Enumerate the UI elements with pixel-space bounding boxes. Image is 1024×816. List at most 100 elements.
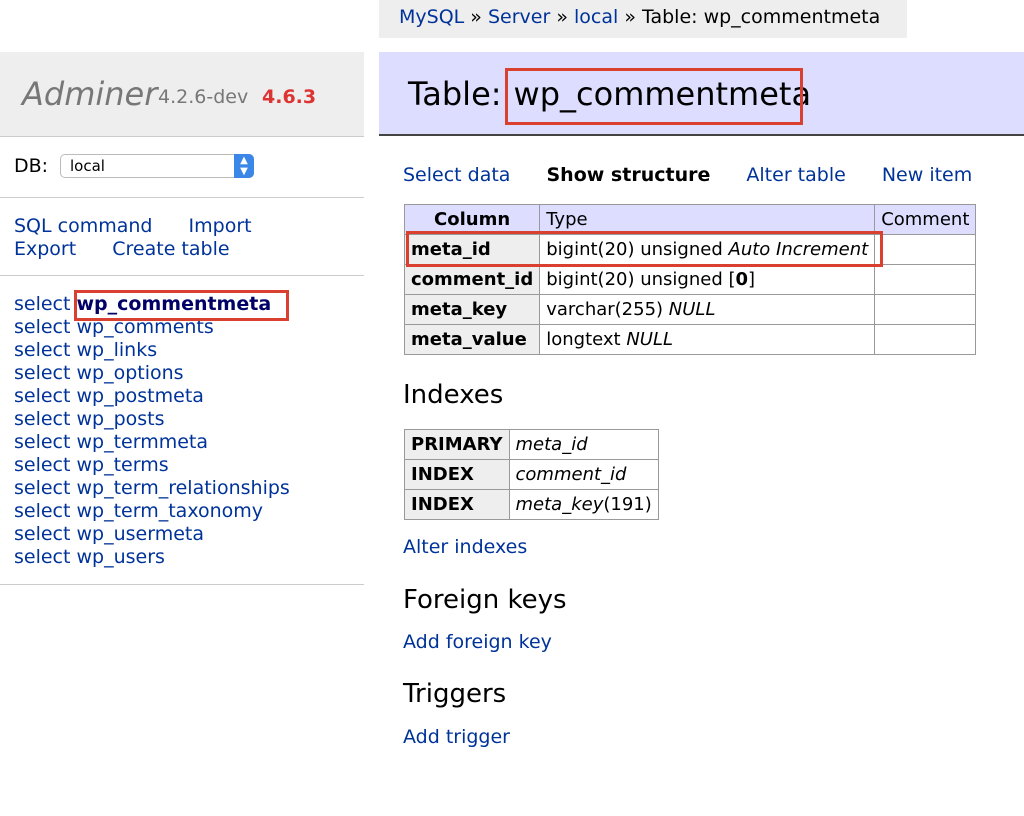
select-link[interactable]: select <box>14 454 70 476</box>
new-version-link[interactable]: 4.6.3 <box>262 86 316 108</box>
import-link[interactable]: Import <box>189 215 252 237</box>
create-table-link[interactable]: Create table <box>112 238 229 260</box>
index-column: meta_id <box>515 434 588 455</box>
table-name-link[interactable]: wp_options <box>77 362 184 384</box>
structure-table: Column Type Comment meta_id bigint(20) u… <box>403 204 977 355</box>
type-text: longtext <box>546 329 621 350</box>
table-name-link[interactable]: wp_usermeta <box>77 523 205 545</box>
select-link[interactable]: select <box>14 385 70 407</box>
type-default: 0 <box>735 269 749 290</box>
table-row: INDEX comment_id <box>404 459 659 490</box>
breadcrumb-separator: » <box>556 6 568 28</box>
table-name-link-active[interactable]: wp_commentmeta <box>77 293 272 315</box>
breadcrumb-server[interactable]: Server <box>488 6 550 28</box>
table-name-link[interactable]: wp_links <box>77 339 158 361</box>
column-comment <box>874 294 977 325</box>
export-link[interactable]: Export <box>14 238 76 260</box>
page-title-prefix: Table: <box>408 75 502 113</box>
select-link[interactable]: select <box>14 477 70 499</box>
indexes-heading: Indexes <box>403 380 504 410</box>
table-list: select wp_commentmeta select wp_comments… <box>14 293 290 569</box>
table-name-link[interactable]: wp_termmeta <box>77 431 209 453</box>
breadcrumb-mysql[interactable]: MySQL <box>399 6 464 28</box>
table-row: meta_key varchar(255) NULL <box>403 294 977 325</box>
table-list-item: select wp_options <box>14 362 290 385</box>
select-link[interactable]: select <box>14 316 70 338</box>
table-name-link[interactable]: wp_term_taxonomy <box>77 500 264 522</box>
column-type: longtext NULL <box>539 324 876 355</box>
column-name: meta_key <box>403 294 541 325</box>
select-data-link[interactable]: Select data <box>403 164 510 186</box>
column-comment <box>874 324 977 355</box>
db-select[interactable]: local ▲ ▼ <box>60 154 254 178</box>
column-header: Column <box>403 204 541 235</box>
select-link[interactable]: select <box>14 293 70 315</box>
table-list-item: select wp_term_relationships <box>14 477 290 500</box>
select-link[interactable]: select <box>14 546 70 568</box>
sidebar-links: SQL command Import Export Create table <box>14 215 252 261</box>
select-link[interactable]: select <box>14 523 70 545</box>
index-columns: comment_id <box>508 459 659 490</box>
new-item-link[interactable]: New item <box>882 164 972 186</box>
column-name: comment_id <box>403 264 541 295</box>
comment-header: Comment <box>874 204 977 235</box>
breadcrumb-local[interactable]: local <box>574 6 618 28</box>
type-text: varchar(255) <box>546 299 664 320</box>
table-name-link[interactable]: wp_postmeta <box>77 385 204 407</box>
sidebar-divider <box>0 584 364 585</box>
index-kind: INDEX <box>404 459 510 490</box>
table-list-item: select wp_posts <box>14 408 290 431</box>
table-name-link[interactable]: wp_posts <box>77 408 165 430</box>
breadcrumb-separator: » <box>624 6 636 28</box>
add-trigger-link[interactable]: Add trigger <box>403 726 510 748</box>
type-text: bigint(20) unsigned <box>546 239 723 260</box>
column-name: meta_value <box>403 324 541 355</box>
index-column: comment_id <box>515 464 627 485</box>
column-comment <box>874 234 977 265</box>
index-columns: meta_key(191) <box>508 489 659 520</box>
db-select-value: local <box>70 157 105 175</box>
select-link[interactable]: select <box>14 362 70 384</box>
table-name-link[interactable]: wp_users <box>77 546 165 568</box>
app-name-link[interactable]: Adminer <box>22 74 157 114</box>
table-actions: Select data Show structure Alter table N… <box>403 162 1002 188</box>
type-extra: NULL <box>626 329 674 350</box>
column-type: varchar(255) NULL <box>539 294 876 325</box>
table-list-item: select wp_commentmeta <box>14 293 290 316</box>
add-foreign-key-link[interactable]: Add foreign key <box>403 631 552 653</box>
breadcrumb: MySQL » Server » local » Table: wp_comme… <box>379 0 907 38</box>
type-text: bigint(20) unsigned [ <box>546 269 736 290</box>
select-link[interactable]: select <box>14 431 70 453</box>
column-comment <box>874 264 977 295</box>
table-list-item: select wp_postmeta <box>14 385 290 408</box>
foreign-keys-heading: Foreign keys <box>403 585 567 615</box>
show-structure-current: Show structure <box>546 164 711 186</box>
table-row: meta_id bigint(20) unsigned Auto Increme… <box>403 234 977 265</box>
sql-command-link[interactable]: SQL command <box>14 215 152 237</box>
select-link[interactable]: select <box>14 500 70 522</box>
index-kind: INDEX <box>404 489 510 520</box>
table-list-item: select wp_terms <box>14 454 290 477</box>
indexes-table: PRIMARY meta_id INDEX comment_id INDEX m… <box>404 429 659 520</box>
table-name-link[interactable]: wp_terms <box>77 454 169 476</box>
table-list-item: select wp_term_taxonomy <box>14 500 290 523</box>
table-row: meta_value longtext NULL <box>403 324 977 355</box>
table-list-item: select wp_links <box>14 339 290 362</box>
page-title-table: wp_commentmeta <box>513 75 812 113</box>
breadcrumb-separator: » <box>470 6 482 28</box>
page-title: Table: wp_commentmeta <box>408 72 811 116</box>
table-header-row: Column Type Comment <box>403 204 977 235</box>
sidebar-divider <box>0 275 364 276</box>
alter-indexes-link[interactable]: Alter indexes <box>403 536 527 558</box>
select-link[interactable]: select <box>14 408 70 430</box>
table-name-link[interactable]: wp_comments <box>77 316 214 338</box>
table-row: INDEX meta_key(191) <box>404 489 659 520</box>
alter-table-link[interactable]: Alter table <box>746 164 845 186</box>
table-name-link[interactable]: wp_term_relationships <box>77 477 290 499</box>
index-kind: PRIMARY <box>404 429 510 460</box>
select-link[interactable]: select <box>14 339 70 361</box>
breadcrumb-current: Table: wp_commentmeta <box>642 6 881 28</box>
column-name: meta_id <box>403 234 541 265</box>
type-extra: Auto Increment <box>728 239 869 260</box>
table-row: PRIMARY meta_id <box>404 429 659 460</box>
